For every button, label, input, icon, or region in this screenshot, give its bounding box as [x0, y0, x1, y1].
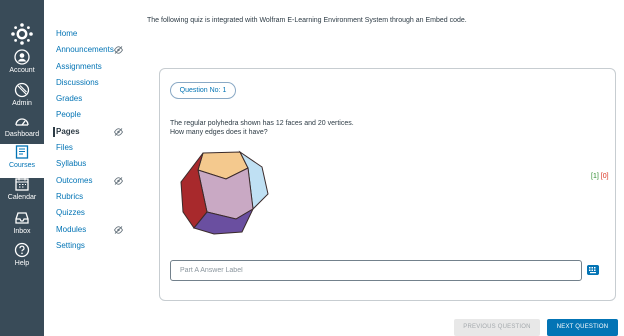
course-nav-outcomes[interactable]: Outcomes: [56, 173, 146, 189]
course-nav-label: Assignments: [56, 61, 102, 71]
courses-icon: [15, 145, 29, 159]
help-icon: [14, 242, 30, 258]
course-nav-pages[interactable]: Pages: [53, 124, 146, 140]
global-nav-label: Calendar: [7, 194, 37, 201]
hidden-eye-icon: [114, 176, 123, 185]
course-nav-quizzes[interactable]: Quizzes: [56, 205, 146, 221]
global-nav-label: Dashboard: [4, 131, 40, 138]
course-nav-people[interactable]: People: [56, 107, 146, 123]
course-nav-label: Outcomes: [56, 175, 93, 185]
global-nav-account[interactable]: Account: [0, 49, 44, 83]
global-nav-calendar[interactable]: Calendar: [0, 176, 44, 210]
calendar-icon: [15, 177, 29, 191]
hidden-eye-icon: [114, 127, 123, 136]
course-nav-label: Syllabus: [56, 159, 87, 169]
keyboard-icon[interactable]: [587, 265, 599, 275]
global-nav-label: Inbox: [13, 228, 31, 235]
course-nav-label: Settings: [56, 240, 85, 250]
score-correct: [1]: [591, 173, 599, 180]
global-nav-dashboard[interactable]: Dashboard: [0, 113, 44, 147]
global-nav-inbox[interactable]: Inbox: [0, 210, 44, 244]
course-nav-label: People: [56, 110, 81, 120]
hidden-eye-icon: [114, 225, 123, 234]
score-incorrect: [0]: [600, 173, 609, 180]
course-nav-discussions[interactable]: Discussions: [56, 75, 146, 91]
global-nav-admin[interactable]: Admin: [0, 82, 44, 116]
course-nav-assignments[interactable]: Assignments: [56, 59, 146, 75]
question-number-badge: Question No: 1: [170, 82, 236, 99]
course-nav-label: Files: [56, 143, 73, 153]
course-nav-label: Modules: [56, 224, 87, 234]
account-icon: [14, 49, 30, 65]
course-nav-syllabus[interactable]: Syllabus: [56, 156, 146, 172]
global-nav-label: Courses: [8, 162, 36, 169]
course-nav: Home Announcements Assignments Discussions G…: [53, 26, 146, 254]
previous-question-button[interactable]: PREVIOUS QUESTION: [454, 319, 540, 336]
global-nav-help[interactable]: Help: [0, 242, 44, 276]
course-nav-label: Announcements: [56, 45, 114, 55]
course-nav-label: Rubrics: [56, 191, 84, 201]
global-nav-courses[interactable]: Courses: [0, 144, 44, 178]
course-nav-label: Discussions: [56, 77, 99, 87]
canvas-logo-icon[interactable]: [10, 22, 34, 46]
course-nav-rubrics[interactable]: Rubrics: [56, 189, 146, 205]
inbox-icon: [15, 212, 29, 224]
question-text: The regular polyhedra shown has 12 faces…: [170, 119, 354, 137]
quiz-card: Question No: 1 The regular polyhedra sho…: [159, 68, 616, 301]
global-nav-label: Admin: [12, 100, 32, 107]
course-nav-home[interactable]: Home: [56, 26, 146, 42]
global-nav-label: Account: [9, 67, 35, 74]
dodecahedron-image: [180, 150, 269, 235]
embed-intro-text: The following quiz is integrated with Wo…: [147, 17, 467, 24]
course-nav-label: Pages: [56, 126, 80, 136]
admin-icon: [14, 82, 30, 98]
next-question-button[interactable]: NEXT QUESTION: [547, 319, 618, 336]
course-nav-label: Quizzes: [56, 208, 85, 218]
course-nav-label: Grades: [56, 94, 83, 104]
question-line-1: The regular polyhedra shown has 12 faces…: [170, 120, 354, 127]
course-nav-announcements[interactable]: Announcements: [56, 42, 146, 58]
course-nav-label: Home: [56, 29, 78, 38]
course-nav-settings[interactable]: Settings: [56, 238, 146, 254]
hidden-eye-icon: [114, 46, 123, 55]
dashboard-icon: [15, 118, 29, 126]
course-nav-files[interactable]: Files: [56, 140, 146, 156]
global-nav-label: Help: [14, 260, 30, 267]
answer-input[interactable]: [170, 260, 582, 281]
question-line-2: How many edges does it have?: [170, 129, 268, 136]
course-nav-modules[interactable]: Modules: [56, 222, 146, 238]
course-nav-grades[interactable]: Grades: [56, 91, 146, 107]
score-indicator: [1] [0]: [591, 173, 609, 180]
